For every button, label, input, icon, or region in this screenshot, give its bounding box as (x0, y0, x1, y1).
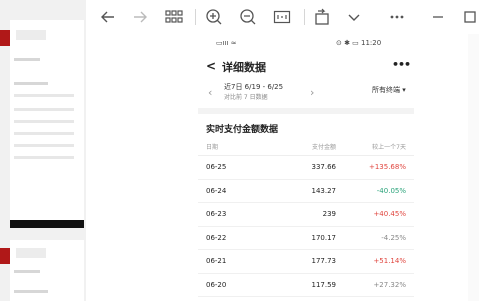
phone-screenshot: ▭ııı ≈ ⊙ ✱ ▭ 11:20 < 详细数据 ••• ‹ 近7日 6/19… (198, 36, 414, 301)
row-amount: 117.59 (311, 280, 337, 289)
row-change: -4.25% (381, 233, 406, 242)
date-range-bar: ‹ 近7日 6/19 - 6/25 对比前 7 日数据 › 所有终端 ▾ (198, 82, 414, 106)
forward-icon[interactable] (128, 5, 152, 29)
row-change: +40.45% (373, 210, 406, 218)
column-header-date: 日期 (206, 144, 219, 151)
fit-icon[interactable] (270, 5, 294, 29)
row-change: +51.14% (373, 257, 406, 265)
back-button[interactable]: < (206, 59, 216, 73)
section-divider (198, 108, 414, 114)
rotate-icon[interactable] (310, 5, 334, 29)
row-date: 06-22 (206, 233, 227, 242)
toolbar-divider (304, 9, 305, 25)
table-row: 06-25 337.66 +135.68% (198, 156, 414, 180)
row-date: 06-23 (206, 210, 227, 218)
minimize-icon[interactable] (426, 5, 450, 29)
row-amount: 337.66 (311, 163, 337, 171)
row-date: 06-20 (206, 280, 227, 289)
table-row: 06-20 117.59 +27.32% (198, 274, 414, 297)
thumbnail-strip (0, 0, 86, 301)
compare-note: 对比前 7 日数据 (224, 94, 268, 101)
row-amount: 143.27 (311, 186, 337, 195)
row-date: 06-25 (206, 163, 227, 171)
row-amount: 239 (322, 210, 336, 218)
column-header-change: 较上一个7天 (372, 144, 406, 151)
row-change: -40.05% (376, 186, 406, 195)
column-header-amount: 支付金额 (311, 144, 336, 151)
toolbar-divider (195, 9, 196, 25)
next-range-icon[interactable]: › (310, 86, 314, 99)
row-amount: 177.73 (311, 257, 337, 265)
table-row: 06-23 239 +40.45% (198, 203, 414, 227)
thumbnail-marker (0, 248, 10, 264)
maximize-icon[interactable] (458, 5, 479, 29)
row-amount: 170.17 (311, 233, 337, 242)
viewer-toolbar (86, 0, 479, 34)
thumbnail-page-2[interactable] (10, 240, 84, 301)
table-row: 06-22 170.17 -4.25% (198, 227, 414, 250)
thumbnail-marker (0, 30, 10, 46)
section-title: 实时支付金额数据 (206, 125, 279, 135)
table-row: 06-21 177.73 +51.14% (198, 250, 414, 274)
row-change: +135.68% (368, 163, 406, 171)
zoom-in-icon[interactable] (202, 5, 226, 29)
page-title: 详细数据 (222, 61, 266, 74)
row-date: 06-24 (206, 186, 227, 195)
table-header: 日期 支付金额 较上一个7天 (198, 140, 414, 156)
chevron-down-icon[interactable] (342, 5, 366, 29)
thumbnail-navbar (10, 220, 84, 228)
table-row: 06-24 143.27 -40.05% (198, 180, 414, 203)
back-icon[interactable] (96, 5, 120, 29)
terminal-select[interactable]: 所有终端 ▾ (372, 85, 406, 95)
status-time: ⊙ ✱ ▭ 11:20 (336, 39, 382, 47)
more-menu-icon[interactable]: ••• (392, 58, 411, 71)
row-change: +27.32% (373, 280, 406, 289)
status-signal: ▭ııı ≈ (216, 39, 237, 47)
scrollbar[interactable] (468, 34, 479, 301)
prev-range-icon[interactable]: ‹ (208, 86, 212, 99)
row-date: 06-21 (206, 257, 227, 265)
page-header: < 详细数据 ••• (198, 56, 414, 78)
thumbnail-page-1[interactable] (10, 20, 84, 228)
zoom-out-icon[interactable] (236, 5, 260, 29)
date-range[interactable]: 近7日 6/19 - 6/25 (224, 82, 283, 92)
grid-icon[interactable] (162, 5, 186, 29)
status-bar: ▭ııı ≈ ⊙ ✱ ▭ 11:20 (198, 39, 414, 51)
more-icon[interactable] (385, 5, 409, 29)
payment-table: 日期 支付金额 较上一个7天 06-25 337.66 +135.68% 06-24 1… (198, 140, 414, 297)
